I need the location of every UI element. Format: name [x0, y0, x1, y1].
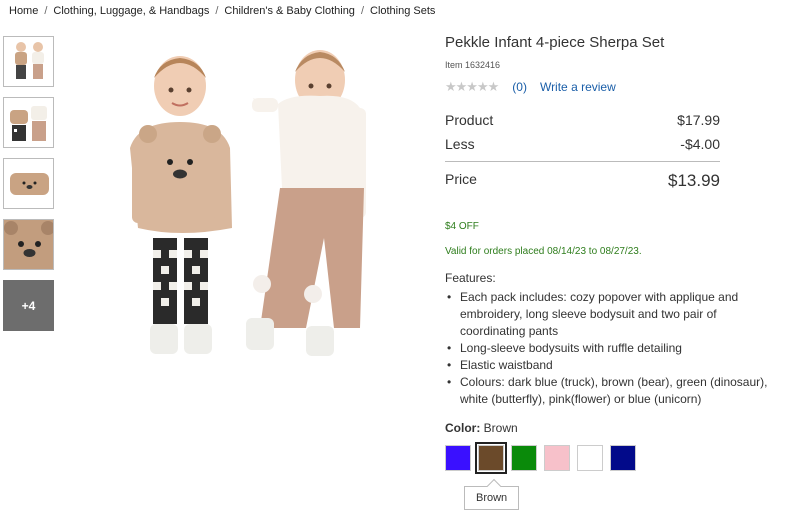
breadcrumb-clothing[interactable]: Clothing, Luggage, & Handbags [53, 5, 209, 17]
feature-item: Colours: dark blue (truck), brown (bear)… [445, 374, 775, 408]
product-price-row: Product $17.99 [445, 112, 720, 128]
breadcrumb-childrens[interactable]: Children's & Baby Clothing [224, 5, 355, 17]
price-table: Product $17.99 Less -$4.00 Price $13.99 [445, 112, 720, 191]
color-label: Color: Brown [445, 421, 775, 435]
breadcrumb: Home / Clothing, Luggage, & Handbags / Child… [9, 5, 435, 17]
final-price-row: Price $13.99 [445, 171, 720, 191]
thumbnail-4[interactable] [3, 219, 54, 270]
rating-row: ★★★★★ (0) Write a review [445, 79, 775, 95]
price-divider [445, 161, 720, 162]
swatch-navy[interactable] [610, 445, 636, 471]
thumbnail-more[interactable]: +4 [3, 280, 54, 331]
swatch-dark-blue[interactable] [445, 445, 471, 471]
features-list: Each pack includes: cozy popover with ap… [445, 289, 775, 408]
breadcrumb-home[interactable]: Home [9, 5, 38, 17]
product-price-label: Product [445, 112, 494, 128]
thumbnail-1[interactable] [3, 36, 54, 87]
selected-color: Brown [483, 421, 518, 435]
features-heading: Features: [445, 271, 496, 285]
thumbnail-3[interactable] [3, 158, 54, 209]
write-review-link[interactable]: Write a review [540, 80, 616, 94]
breadcrumb-separator: / [44, 5, 48, 17]
swatch-pink[interactable] [544, 445, 570, 471]
thumbnail-2[interactable] [3, 97, 54, 148]
features-section: Features: Each pack includes: cozy popov… [445, 271, 775, 408]
color-swatches [445, 442, 775, 474]
feature-item: Elastic waistband [445, 357, 775, 374]
promo-off-text: $4 OFF [445, 221, 479, 232]
color-tooltip: Brown [464, 486, 520, 510]
color-label-title: Color: [445, 421, 481, 435]
swatch-white[interactable] [577, 445, 603, 471]
discount-value: -$4.00 [680, 136, 720, 152]
final-price-label: Price [445, 171, 477, 187]
product-price-value: $17.99 [677, 112, 720, 128]
final-price-value: $13.99 [668, 171, 720, 190]
star-rating-icon: ★★★★★ [445, 79, 499, 94]
item-number: Item 1632416 [445, 60, 501, 70]
feature-item: Each pack includes: cozy popover with ap… [445, 289, 775, 340]
product-title: Pekkle Infant 4-piece Sherpa Set [445, 34, 665, 51]
promo-valid-text: Valid for orders placed 08/14/23 to 08/2… [445, 246, 642, 257]
discount-label: Less [445, 136, 475, 152]
discount-row: Less -$4.00 [445, 136, 720, 152]
product-details: Pekkle Infant 4-piece Sherpa Set Item 16… [445, 34, 775, 474]
thumbnail-strip: +4 [3, 36, 55, 341]
feature-item: Long-sleeve bodysuits with ruffle detail… [445, 340, 775, 357]
swatch-brown[interactable] [475, 442, 507, 474]
review-count-link[interactable]: (0) [512, 80, 527, 94]
breadcrumb-clothing-sets[interactable]: Clothing Sets [370, 5, 435, 17]
breadcrumb-separator: / [360, 5, 364, 17]
swatch-green[interactable] [511, 445, 537, 471]
breadcrumb-separator: / [215, 5, 219, 17]
product-image [120, 38, 380, 358]
